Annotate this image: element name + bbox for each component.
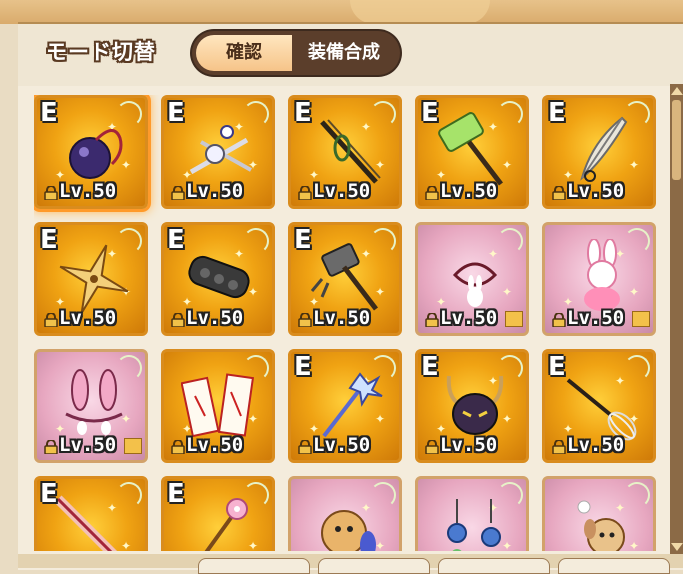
equipment-card[interactable]: ✦✦✦	[415, 476, 529, 551]
level-label: Lv.50	[440, 307, 498, 329]
scroll-down-arrow[interactable]	[671, 543, 683, 551]
event-badge-icon	[632, 311, 650, 327]
level-label: Lv.50	[59, 434, 117, 456]
equipment-card[interactable]: ✦✦✦E	[34, 476, 148, 551]
equipment-card[interactable]: ✦✦✦ELv.50	[415, 349, 529, 463]
grid-scrollbar[interactable]	[670, 84, 683, 554]
level-label: Lv.50	[186, 180, 244, 202]
equipment-card[interactable]: ✦✦✦ELv.50	[542, 95, 656, 209]
bottom-tab[interactable]	[438, 558, 550, 574]
equipment-card[interactable]: ✦✦✦Lv.50	[542, 222, 656, 336]
scroll-thumb[interactable]	[672, 100, 681, 180]
item-grid: ✦✦✦ELv.50✦✦✦ELv.50✦✦✦ELv.50✦✦✦ELv.50✦✦✦E…	[34, 95, 656, 551]
lock-icon	[298, 186, 312, 200]
level-label: Lv.50	[313, 307, 371, 329]
equipment-card[interactable]: ✦✦✦E	[161, 476, 275, 551]
level-label: Lv.50	[313, 180, 371, 202]
equipped-badge: E	[294, 98, 312, 128]
level-label: Lv.50	[567, 434, 625, 456]
lock-icon	[552, 440, 566, 454]
lock-icon	[298, 313, 312, 327]
mode-switch-label: モード切替	[46, 40, 156, 64]
equipped-badge: E	[548, 98, 566, 128]
toggle-confirm[interactable]: 確認	[196, 35, 292, 71]
equipment-card[interactable]: ✦✦✦ELv.50	[161, 95, 275, 209]
bottom-tab[interactable]	[318, 558, 430, 574]
dog-pin-icon	[577, 500, 625, 551]
equipment-card[interactable]: ✦✦✦ELv.50	[288, 95, 402, 209]
equipped-badge: E	[40, 479, 58, 509]
equipment-card[interactable]: ✦✦✦ELv.50	[415, 95, 529, 209]
equipped-badge: E	[40, 225, 58, 255]
lock-icon	[552, 313, 566, 327]
equipped-badge: E	[40, 98, 58, 128]
lock-icon	[44, 440, 58, 454]
bottom-tab-bar	[18, 554, 683, 574]
top-banner	[0, 0, 683, 24]
equipment-card[interactable]: ✦✦✦Lv.50	[415, 222, 529, 336]
level-label: Lv.50	[59, 180, 117, 202]
lock-icon	[552, 186, 566, 200]
level-label: Lv.50	[313, 434, 371, 456]
equipment-card[interactable]: ✦✦✦Lv.50	[161, 349, 275, 463]
mode-toggle[interactable]: 確認 装備合成	[192, 31, 400, 75]
event-badge-icon	[505, 311, 523, 327]
sword-icon	[54, 495, 118, 551]
equipped-badge: E	[167, 479, 185, 509]
equipment-card[interactable]: ✦✦✦ELv.50	[542, 349, 656, 463]
equipped-badge: E	[548, 352, 566, 382]
equipment-card[interactable]: ✦✦✦ELv.50	[34, 95, 148, 209]
lock-icon	[171, 440, 185, 454]
lock-icon	[425, 440, 439, 454]
flower-wand-icon	[204, 498, 248, 551]
equipped-badge: E	[421, 352, 439, 382]
lock-icon	[425, 186, 439, 200]
equipment-card[interactable]: ✦✦✦ELv.50	[288, 222, 402, 336]
bottom-tab[interactable]	[198, 558, 310, 574]
equipment-card[interactable]: ✦✦✦Lv.50	[34, 349, 148, 463]
level-label: Lv.50	[567, 307, 625, 329]
equipment-card[interactable]: ✦✦✦	[288, 476, 402, 551]
equipment-card[interactable]: ✦✦✦	[542, 476, 656, 551]
equipped-badge: E	[167, 225, 185, 255]
equipped-badge: E	[421, 98, 439, 128]
level-label: Lv.50	[440, 434, 498, 456]
equipment-card[interactable]: ✦✦✦ELv.50	[288, 349, 402, 463]
scroll-up-arrow[interactable]	[671, 87, 683, 95]
equipment-card[interactable]: ✦✦✦ELv.50	[34, 222, 148, 336]
equipped-badge: E	[167, 98, 185, 128]
level-label: Lv.50	[440, 180, 498, 202]
level-label: Lv.50	[186, 307, 244, 329]
equipped-badge: E	[294, 352, 312, 382]
lock-icon	[298, 440, 312, 454]
lock-icon	[171, 313, 185, 327]
lock-icon	[425, 313, 439, 327]
lock-icon	[44, 313, 58, 327]
toggle-equip-synthesis[interactable]: 装備合成	[292, 35, 396, 71]
level-label: Lv.50	[59, 307, 117, 329]
lock-icon	[44, 186, 58, 200]
level-label: Lv.50	[567, 180, 625, 202]
event-badge-icon	[124, 438, 142, 454]
equipment-card[interactable]: ✦✦✦ELv.50	[161, 222, 275, 336]
lock-icon	[171, 186, 185, 200]
level-label: Lv.50	[186, 434, 244, 456]
bottom-tab[interactable]	[558, 558, 670, 574]
earrings-icon	[447, 499, 501, 551]
equipped-badge: E	[294, 225, 312, 255]
dog-plush-icon	[321, 510, 376, 551]
